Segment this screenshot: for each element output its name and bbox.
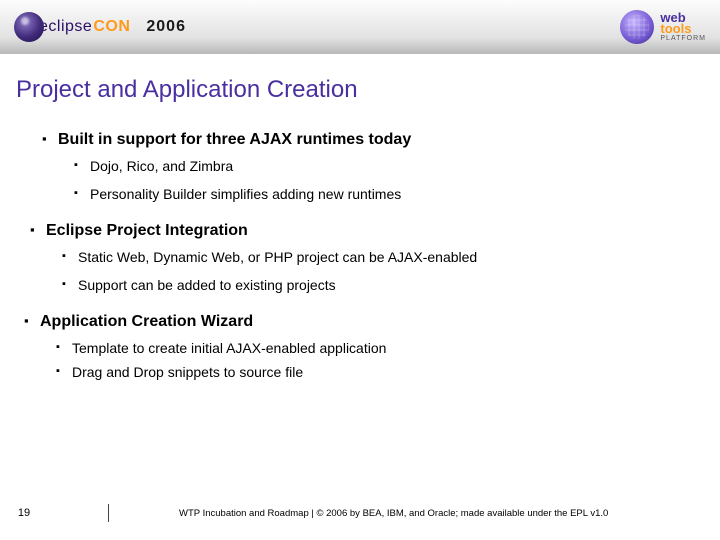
- eclipsecon-year: 2006: [146, 18, 186, 36]
- bullet-heading: Application Creation Wizard Template to …: [40, 312, 720, 381]
- eclipsecon-wordmark: eclipseCON: [39, 18, 130, 36]
- bullet-heading-text: Application Creation Wizard: [40, 313, 253, 330]
- eclipsecon-mark: eclipseCON: [14, 12, 130, 42]
- bullet-item: Static Web, Dynamic Web, or PHP project …: [78, 249, 720, 267]
- bullet-heading-text: Eclipse Project Integration: [46, 222, 248, 239]
- webtools-logo: web tools PLATFORM: [620, 10, 706, 44]
- bullet-item: Template to create initial AJAX-enabled …: [72, 340, 720, 358]
- webtools-subtitle: PLATFORM: [660, 36, 706, 42]
- eclipsecon-word-b: CON: [93, 18, 130, 35]
- webtools-wordmark: web tools PLATFORM: [660, 12, 706, 43]
- page-number: 19: [8, 507, 40, 519]
- bullet-item: Support can be added to existing project…: [78, 277, 720, 295]
- bullet-heading: Eclipse Project Integration Static Web, …: [46, 221, 720, 294]
- eclipsecon-logo: eclipseCON 2006: [14, 12, 186, 42]
- footer: 19 WTP Incubation and Roadmap | © 2006 b…: [0, 504, 720, 522]
- bullet-heading-text: Built in support for three AJAX runtimes…: [58, 131, 411, 148]
- section-2: Eclipse Project Integration Static Web, …: [0, 221, 720, 294]
- header-bar: eclipseCON 2006 web tools PLATFORM: [0, 0, 720, 54]
- section-3: Application Creation Wizard Template to …: [0, 312, 720, 381]
- bullet-heading: Built in support for three AJAX runtimes…: [58, 130, 720, 203]
- eclipsecon-word-a: eclipse: [39, 18, 92, 35]
- footer-text: WTP Incubation and Roadmap | © 2006 by B…: [179, 508, 608, 519]
- webtools-word-b: tools: [660, 23, 706, 35]
- eclipse-orb-icon: [14, 12, 44, 42]
- slide-title: Project and Application Creation: [16, 76, 720, 104]
- bullet-item: Drag and Drop snippets to source file: [72, 364, 720, 382]
- section-1: Built in support for three AJAX runtimes…: [0, 130, 720, 203]
- footer-divider: [108, 504, 109, 522]
- slide-body: Built in support for three AJAX runtimes…: [0, 130, 720, 381]
- slide: eclipseCON 2006 web tools PLATFORM Proje…: [0, 0, 720, 540]
- bullet-item: Dojo, Rico, and Zimbra: [90, 158, 720, 176]
- bullet-item: Personality Builder simplifies adding ne…: [90, 186, 720, 204]
- globe-icon: [620, 10, 654, 44]
